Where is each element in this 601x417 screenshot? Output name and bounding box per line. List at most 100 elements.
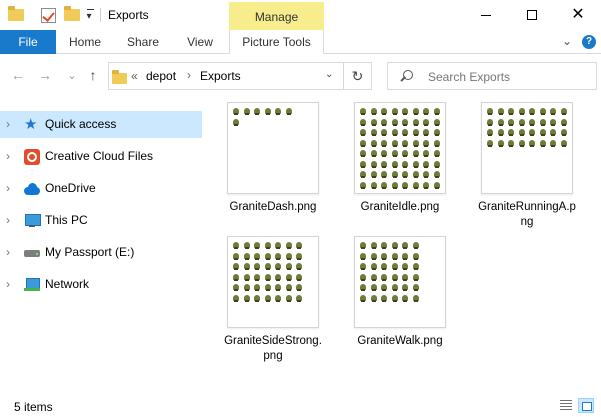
sprite-frame (529, 129, 535, 136)
sprite-frame (243, 294, 250, 302)
sprite-frame (285, 273, 292, 281)
sprite-frame (360, 150, 366, 157)
status-bar: 5 items (0, 394, 601, 417)
recent-locations-chevron-icon[interactable]: ⌄ (63, 66, 81, 84)
tab-file[interactable]: File (0, 30, 56, 54)
sprite-frame (550, 139, 556, 147)
sprite-frame (275, 252, 281, 260)
sprite-frame (296, 242, 302, 249)
minimize-icon (481, 14, 491, 16)
minimize-button[interactable] (463, 0, 509, 30)
sprite-frame (370, 160, 377, 168)
properties-check-icon[interactable] (38, 5, 58, 25)
sidebar-item-label: Network (45, 277, 90, 291)
sprite-frame (402, 294, 408, 302)
maximize-button[interactable] (509, 0, 555, 30)
breadcrumb-separator[interactable]: › (187, 68, 191, 82)
sprite-frame (412, 108, 419, 115)
sprite-frame (296, 252, 302, 260)
sprite-frame (402, 108, 408, 115)
sprite-frame (487, 139, 493, 147)
forward-arrow-icon[interactable]: → (36, 66, 54, 84)
tab-share[interactable]: Share (118, 30, 168, 54)
sprite-frame (381, 118, 387, 126)
sprite-frame (518, 108, 525, 115)
navigation-pane: › ★ Quick access › Creative Cloud Files … (0, 96, 205, 394)
breadcrumb-depot[interactable]: depot (146, 69, 176, 83)
sprite-frame (370, 242, 377, 249)
chevron-right-icon[interactable]: › (6, 213, 10, 227)
sprite-frame (296, 273, 302, 281)
sidebar-item-creative-cloud[interactable]: › Creative Cloud Files (0, 143, 202, 170)
sprite-frame (402, 129, 408, 136)
tab-picture-tools[interactable]: Picture Tools (229, 30, 324, 55)
up-arrow-icon[interactable]: ↑ (84, 66, 102, 84)
new-folder-icon[interactable] (62, 5, 82, 25)
sprite-frame (518, 129, 525, 136)
sprite-frame (275, 263, 281, 270)
help-icon[interactable]: ? (582, 35, 596, 49)
drive-icon (24, 245, 40, 261)
chevron-right-icon[interactable]: › (6, 117, 10, 131)
file-item[interactable]: GraniteIdle.png (350, 96, 450, 226)
close-button[interactable]: ✕ (555, 0, 601, 30)
sprite-frame (402, 118, 408, 126)
sprite-frame (433, 108, 440, 115)
file-item[interactable]: GraniteWalk.png (350, 230, 450, 360)
sprite-frame (370, 252, 377, 260)
sprite-frame (285, 284, 292, 291)
sidebar-item-onedrive[interactable]: › OneDrive (0, 175, 202, 202)
tab-home[interactable]: Home (60, 30, 110, 54)
large-icons-view-icon[interactable] (578, 398, 594, 413)
image-thumbnail (227, 236, 319, 328)
sprite-frame (497, 139, 504, 147)
sprite-frame (285, 242, 292, 249)
address-dropdown-icon[interactable]: ⌄ (325, 69, 333, 80)
sprite-frame (423, 129, 429, 136)
details-view-icon[interactable] (558, 398, 574, 413)
sprite-frame (391, 273, 398, 281)
address-folder-icon (112, 70, 127, 84)
chevron-right-icon[interactable]: › (6, 277, 10, 291)
sprite-frame (402, 181, 408, 189)
sprite-frame (285, 294, 292, 302)
chevron-right-icon[interactable]: › (6, 245, 10, 259)
file-name: GraniteIdle.png (360, 201, 440, 213)
tab-view[interactable]: View (176, 30, 224, 54)
sidebar-item-quick-access[interactable]: › ★ Quick access (0, 111, 202, 138)
sprite-frame (370, 263, 377, 270)
file-item[interactable]: GraniteRunningA.png (477, 96, 577, 228)
folder-icon[interactable] (6, 5, 26, 25)
sprite-frame (381, 129, 387, 136)
sprite-frame (402, 242, 408, 249)
sprite-frame (391, 160, 398, 168)
search-box[interactable]: Search Exports (387, 62, 597, 90)
ribbon-collapse-icon[interactable]: ⌄ (562, 34, 572, 48)
computer-icon (24, 213, 41, 229)
sprite-frame (360, 273, 366, 281)
chevron-right-icon[interactable]: › (6, 181, 10, 195)
sidebar-item-my-passport[interactable]: › My Passport (E:) (0, 239, 202, 266)
sprite-frame (402, 284, 408, 291)
file-item[interactable]: GraniteDash.png (223, 96, 323, 226)
sprite-frame (243, 263, 250, 270)
back-arrow-icon[interactable]: ← (9, 66, 27, 84)
chevron-right-icon[interactable]: › (6, 149, 10, 163)
breadcrumb-exports[interactable]: Exports (200, 69, 241, 83)
file-item[interactable]: GraniteSideStrong.png (223, 230, 323, 362)
sprite-frame (285, 263, 292, 270)
refresh-button[interactable]: ↻ (344, 62, 372, 90)
sprite-frame (412, 294, 419, 302)
sprite-frame (560, 129, 567, 136)
sprite-frame (254, 252, 260, 260)
sprite-frame (550, 118, 556, 126)
sprite-frame (529, 118, 535, 126)
sprite-frame (423, 150, 429, 157)
sprite-frame (391, 242, 398, 249)
sidebar-item-network[interactable]: › Network (0, 271, 202, 298)
sprite-frame (529, 139, 535, 147)
breadcrumb-overflow[interactable]: « (131, 69, 138, 83)
sidebar-item-this-pc[interactable]: › This PC (0, 207, 202, 234)
address-bar[interactable]: « depot › Exports ⌄ (108, 62, 344, 90)
customize-dropdown-icon[interactable]: ▾ (84, 5, 96, 25)
